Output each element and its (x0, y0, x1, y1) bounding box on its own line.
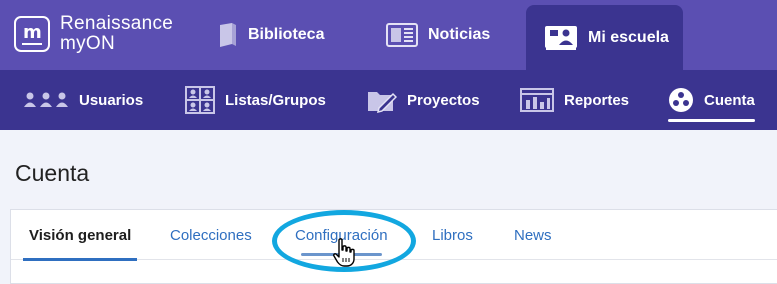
brand-name: Renaissance myON (60, 14, 173, 54)
sub-tab-label: Cuenta (704, 91, 755, 109)
sub-tab-label: Listas/Grupos (225, 91, 326, 109)
reports-icon (520, 88, 554, 112)
brand-line-2: myON (60, 33, 116, 54)
tab-configuracion[interactable]: Configuración (295, 210, 388, 260)
groups-icon (185, 86, 215, 114)
book-icon (218, 22, 238, 48)
sub-tab-proyectos[interactable]: Proyectos (367, 70, 480, 130)
folder-pencil-icon (367, 87, 397, 113)
tab-label: Colecciones (170, 227, 252, 244)
myon-logo-icon: m (14, 16, 50, 52)
hover-underline (301, 253, 382, 256)
sub-tab-listas-grupos[interactable]: Listas/Grupos (185, 70, 326, 130)
users-icon (23, 92, 69, 108)
account-card: Visión general Colecciones Configuración… (10, 209, 777, 284)
sub-tab-cuenta[interactable]: Cuenta (668, 70, 755, 130)
tab-label: Libros (432, 227, 473, 244)
page-title: Cuenta (15, 160, 90, 186)
top-tab-biblioteca[interactable]: Biblioteca (218, 0, 324, 70)
sub-tab-label: Usuarios (79, 91, 144, 109)
tab-news[interactable]: News (514, 210, 552, 260)
tab-label: News (514, 227, 552, 244)
tab-vision-general[interactable]: Visión general (23, 210, 138, 261)
active-tab-indicator (668, 119, 755, 122)
account-icon (668, 87, 694, 113)
tab-libros[interactable]: Libros (432, 210, 473, 260)
top-tab-label: Mi escuela (588, 28, 669, 46)
classroom-board-icon (544, 25, 578, 51)
top-tab-mi-escuela[interactable]: Mi escuela (526, 5, 683, 70)
top-tab-noticias[interactable]: Noticias (386, 0, 490, 70)
newspaper-icon (386, 23, 418, 47)
sub-nav: Usuarios Listas/Grupos Proyectos Reporte… (0, 70, 777, 130)
sub-tab-label: Proyectos (407, 91, 480, 109)
active-tab-underline (23, 258, 138, 261)
top-tab-label: Biblioteca (248, 26, 325, 43)
sub-tab-reportes[interactable]: Reportes (520, 70, 629, 130)
tab-label: Visión general (29, 227, 132, 244)
top-bar: m Renaissance myON Biblioteca Noticias M… (0, 0, 777, 70)
top-tab-label: Noticias (428, 26, 491, 43)
sub-tab-label: Reportes (564, 91, 630, 109)
sub-tab-usuarios[interactable]: Usuarios (23, 70, 143, 130)
logo[interactable]: m Renaissance myON (14, 14, 173, 54)
tab-colecciones[interactable]: Colecciones (170, 210, 252, 260)
account-tabs: Visión general Colecciones Configuración… (11, 210, 777, 261)
tab-label: Configuración (295, 227, 388, 244)
brand-line-1: Renaissance (60, 13, 174, 34)
